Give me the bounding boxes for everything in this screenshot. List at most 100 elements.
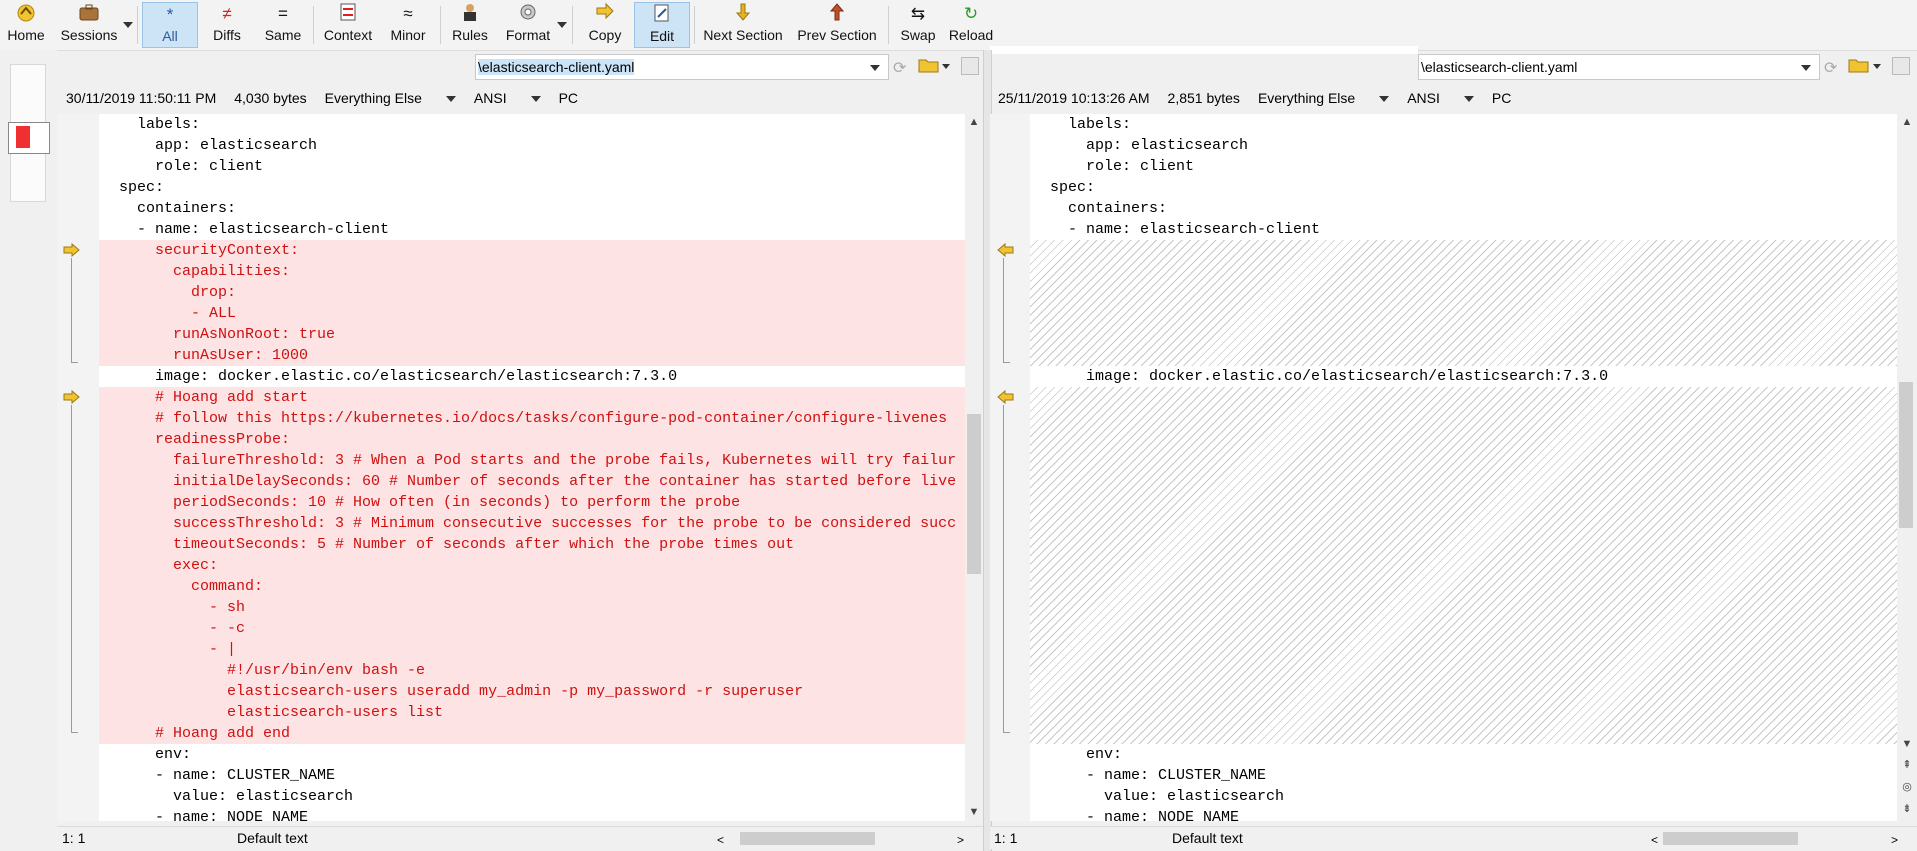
left-vertical-scrollbar[interactable]: ▲ ▼ bbox=[965, 114, 983, 821]
code-line: timeoutSeconds: 5 # Number of seconds af… bbox=[101, 536, 795, 553]
code-line: value: elasticsearch bbox=[101, 788, 354, 805]
format-dropdown-icon[interactable] bbox=[557, 22, 567, 28]
right-path-input[interactable]: \elasticsearch-client.yaml bbox=[1418, 54, 1820, 80]
missing-lines-hatch bbox=[1030, 387, 1897, 744]
code-line: command: bbox=[101, 578, 264, 595]
code-line: - name: elasticsearch-client bbox=[1032, 221, 1321, 238]
overview-diff-marker bbox=[16, 126, 30, 148]
right-copy-arrow-icon[interactable] bbox=[996, 389, 1016, 405]
left-line-ending: PC bbox=[558, 90, 579, 106]
rules-button[interactable]: Rules bbox=[446, 2, 494, 48]
scroll-up-icon[interactable]: ▲ bbox=[965, 116, 983, 128]
swap-icon: ⇆ bbox=[910, 4, 926, 23]
code-line: elasticsearch-users list bbox=[101, 704, 444, 721]
reload-button[interactable]: ↻ Reload bbox=[944, 2, 998, 48]
asterisk-icon: * bbox=[166, 5, 174, 24]
briefcase-icon bbox=[56, 2, 122, 26]
swap-button[interactable]: ⇆ Swap bbox=[894, 2, 942, 48]
left-save-icon[interactable] bbox=[961, 57, 979, 75]
left-section-bracket bbox=[71, 405, 78, 733]
scroll-left-icon[interactable]: < bbox=[1651, 829, 1658, 851]
left-encoding-select[interactable]: ANSI bbox=[474, 90, 541, 106]
scroll-right-icon[interactable]: > bbox=[1891, 829, 1898, 851]
right-timestamp: 25/11/2019 10:13:26 AM bbox=[998, 90, 1150, 106]
left-copy-arrow-icon[interactable] bbox=[63, 389, 83, 405]
scroll-left-icon[interactable]: < bbox=[717, 829, 724, 851]
left-format-select[interactable]: Everything Else bbox=[325, 90, 456, 106]
format-button[interactable]: Format bbox=[498, 2, 558, 48]
show-same-button[interactable]: = Same bbox=[256, 2, 310, 48]
minor-button[interactable]: ≈ Minor bbox=[380, 2, 436, 48]
scroll-right-icon[interactable]: > bbox=[957, 829, 964, 851]
right-save-icon[interactable] bbox=[1892, 57, 1910, 75]
left-path-input[interactable]: \elasticsearch-client.yaml bbox=[475, 54, 889, 80]
right-hscroll-thumb[interactable] bbox=[1663, 832, 1798, 845]
code-line: app: elasticsearch bbox=[101, 137, 318, 154]
left-section-bracket bbox=[71, 258, 78, 363]
right-format-select[interactable]: Everything Else bbox=[1258, 90, 1390, 106]
next-section-button[interactable]: Next Section bbox=[698, 2, 788, 48]
left-open-folder-icon[interactable] bbox=[918, 56, 940, 77]
right-diff-gutter bbox=[990, 114, 1030, 821]
left-next-file-icon[interactable]: ⟳ bbox=[893, 58, 906, 78]
sessions-button[interactable]: Sessions bbox=[56, 2, 122, 48]
left-scroll-thumb[interactable] bbox=[967, 414, 981, 574]
copy-button[interactable]: Copy bbox=[578, 2, 632, 48]
left-diff-gutter bbox=[57, 114, 99, 821]
left-editor[interactable]: labels: app: elasticsearch role: client … bbox=[99, 114, 965, 821]
code-line: - sh bbox=[101, 599, 246, 616]
left-timestamp: 30/11/2019 11:50:11 PM bbox=[66, 90, 217, 106]
next-diff-icon[interactable]: ⇟ bbox=[1897, 802, 1917, 815]
arrow-down-icon bbox=[698, 2, 788, 26]
context-button[interactable]: Context bbox=[318, 2, 378, 48]
code-line: - name: elasticsearch-client bbox=[101, 221, 390, 238]
right-encoding-select[interactable]: ANSI bbox=[1407, 90, 1474, 106]
code-line: capabilities: bbox=[101, 263, 291, 280]
left-horizontal-scrollbar[interactable]: < > bbox=[707, 829, 977, 847]
right-line-ending: PC bbox=[1491, 90, 1512, 106]
right-open-dropdown-icon[interactable] bbox=[1873, 64, 1881, 69]
show-diffs-button[interactable]: ≠ Diffs bbox=[200, 2, 254, 48]
home-button[interactable]: Home bbox=[0, 2, 52, 48]
missing-lines-hatch bbox=[1030, 240, 1897, 366]
code-line: readinessProbe: bbox=[101, 431, 291, 448]
scroll-down-icon[interactable]: ▼ bbox=[1897, 738, 1917, 750]
edit-icon bbox=[635, 3, 689, 27]
right-editor[interactable]: labels: app: elasticsearch role: client … bbox=[1030, 114, 1897, 821]
right-section-bracket bbox=[1003, 405, 1010, 733]
left-path-dropdown-icon[interactable] bbox=[870, 65, 880, 71]
prev-section-button[interactable]: Prev Section bbox=[792, 2, 882, 48]
left-text-category: Default text bbox=[237, 830, 308, 846]
right-horizontal-scrollbar[interactable]: < > bbox=[1641, 829, 1911, 847]
edit-button[interactable]: Edit bbox=[634, 2, 690, 48]
left-open-dropdown-icon[interactable] bbox=[942, 64, 950, 69]
show-all-button[interactable]: * All bbox=[142, 2, 198, 48]
code-line: - name: NODE_NAME bbox=[1032, 809, 1240, 821]
scroll-down-icon[interactable]: ▼ bbox=[965, 806, 983, 818]
left-status-bar: 1: 1 Default text < > bbox=[57, 826, 983, 849]
right-text-category: Default text bbox=[1172, 830, 1243, 846]
left-hscroll-thumb[interactable] bbox=[740, 832, 875, 845]
code-line: periodSeconds: 10 # How often (in second… bbox=[101, 494, 741, 511]
right-file-info: 25/11/2019 10:13:26 AM 2,851 bytes Everyth… bbox=[998, 86, 1529, 110]
right-vertical-scrollbar[interactable]: ▲ ▼ ⇞ ◎ ⇟ bbox=[1897, 114, 1917, 821]
current-diff-icon[interactable]: ◎ bbox=[1897, 780, 1917, 793]
code-line: containers: bbox=[101, 200, 237, 217]
code-line: - | bbox=[101, 641, 237, 658]
sessions-dropdown-icon[interactable] bbox=[123, 22, 133, 28]
right-open-folder-icon[interactable] bbox=[1848, 56, 1870, 77]
right-path-dropdown-icon[interactable] bbox=[1801, 65, 1811, 71]
right-size: 2,851 bytes bbox=[1167, 90, 1240, 106]
code-line: value: elasticsearch bbox=[1032, 788, 1285, 805]
prev-diff-icon[interactable]: ⇞ bbox=[1897, 758, 1917, 771]
left-copy-arrow-icon[interactable] bbox=[63, 242, 83, 258]
scroll-up-icon[interactable]: ▲ bbox=[1897, 116, 1917, 128]
right-copy-arrow-icon[interactable] bbox=[996, 242, 1016, 258]
not-equal-icon: ≠ bbox=[222, 4, 232, 23]
right-next-file-icon[interactable]: ⟳ bbox=[1824, 58, 1837, 78]
right-status-bar: 1: 1 Default text < > bbox=[990, 826, 1917, 849]
code-line: containers: bbox=[1032, 200, 1168, 217]
right-scroll-thumb[interactable] bbox=[1899, 382, 1913, 528]
code-line: initialDelaySeconds: 60 # Number of seco… bbox=[101, 473, 957, 490]
context-icon bbox=[318, 2, 378, 26]
